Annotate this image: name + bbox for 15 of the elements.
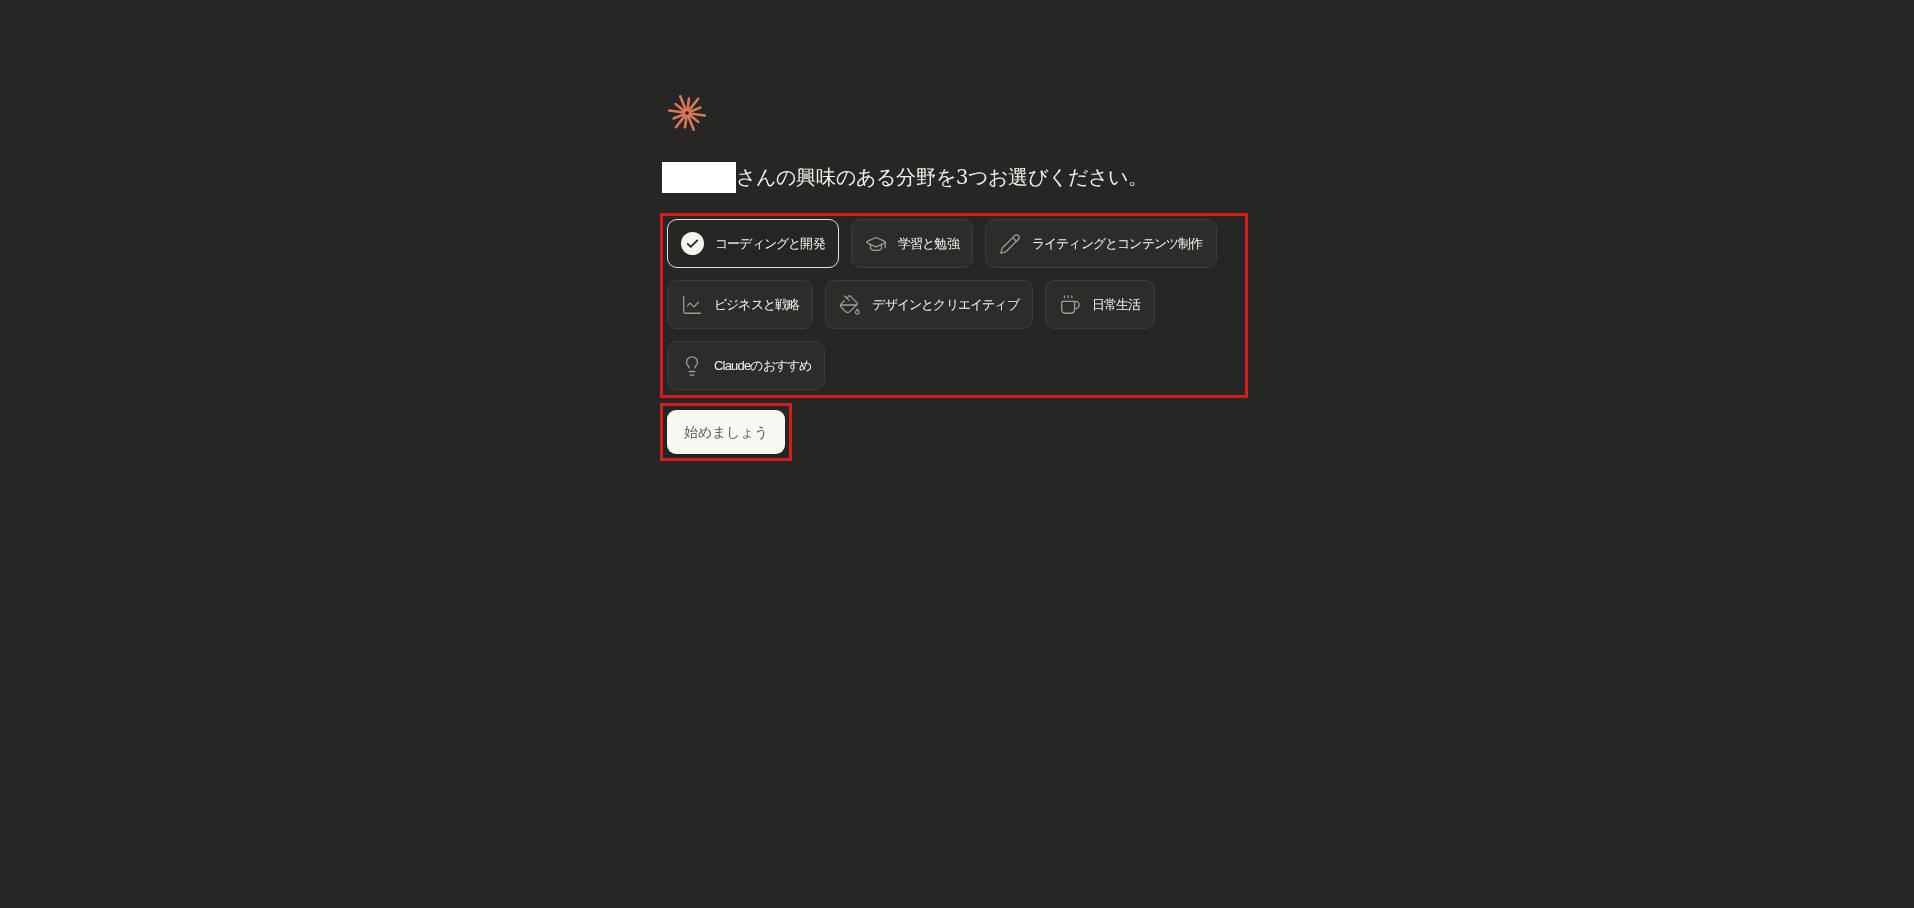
interest-chip[interactable]: ライティングとコンテンツ制作 — [984, 219, 1217, 268]
start-button[interactable]: 始めましょう — [667, 410, 785, 454]
coffee-cup-icon — [1058, 293, 1081, 316]
paint-bucket-icon — [839, 293, 862, 316]
interest-chip[interactable]: 学習と勉強 — [850, 219, 973, 268]
interest-chip[interactable]: コーディングと開発 — [667, 219, 839, 268]
pencil-icon — [998, 232, 1021, 255]
interest-chip[interactable]: 日常生活 — [1044, 280, 1155, 329]
interest-chip[interactable]: ビジネスと戦略 — [667, 280, 814, 329]
starburst-logo — [667, 93, 707, 133]
line-chart-icon — [681, 293, 703, 316]
heading-text: さんの興味のある分野を3つお選びください。 — [736, 165, 1149, 191]
interest-chip[interactable]: Claudeのおすすめ — [667, 341, 826, 390]
check-circle-icon — [681, 232, 704, 255]
interest-chip[interactable]: デザインとクリエイティブ — [825, 280, 1033, 329]
